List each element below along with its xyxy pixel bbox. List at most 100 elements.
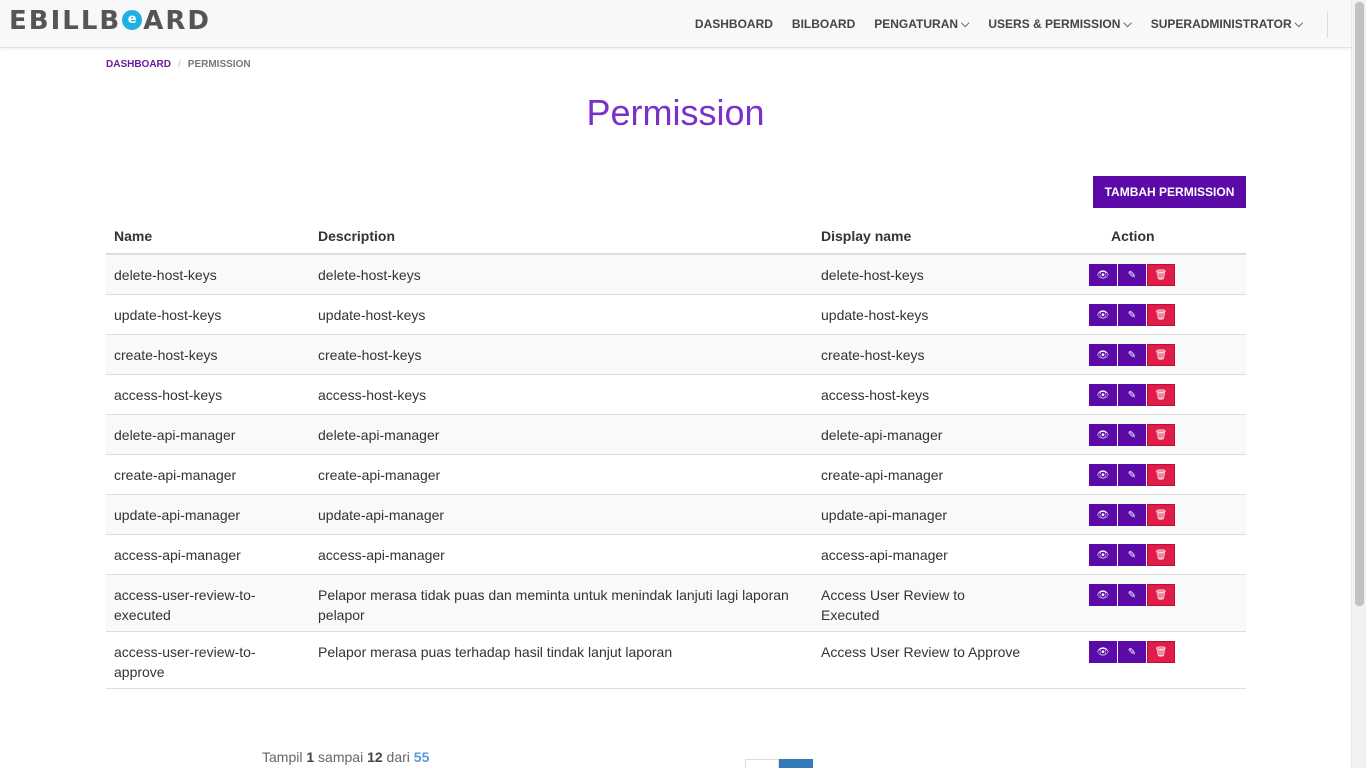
delete-button[interactable]: 🗑 xyxy=(1147,464,1175,486)
table-body: delete-host-keys delete-host-keys delete-h… xyxy=(106,255,1246,689)
top-navbar: EBILLB e ARD DASHBOARD BILBOARD PENGATURAN… xyxy=(0,0,1351,48)
delete-button[interactable]: 🗑 xyxy=(1147,504,1175,526)
cell-display-name: create-api-manager xyxy=(821,467,944,483)
cell-name: create-host-keys xyxy=(114,347,218,363)
page-scrollbar[interactable] xyxy=(1351,0,1366,768)
edit-button[interactable]: ✎ xyxy=(1118,264,1146,286)
cell-name: create-api-manager xyxy=(114,467,237,483)
cell-name: update-host-keys xyxy=(114,307,222,323)
nav-pengaturan-label: PENGATURAN xyxy=(874,17,959,31)
info-from: 1 xyxy=(306,749,315,765)
scrollbar-thumb[interactable] xyxy=(1355,2,1364,606)
pencil-icon: ✎ xyxy=(1127,509,1137,521)
trash-icon: 🗑 xyxy=(1154,509,1168,521)
header-action: Action xyxy=(1111,228,1155,244)
trash-icon: 🗑 xyxy=(1154,349,1168,361)
delete-button[interactable]: 🗑 xyxy=(1147,641,1175,663)
breadcrumb-dashboard-link[interactable]: DASHBOARD xyxy=(106,59,171,70)
delete-button[interactable]: 🗑 xyxy=(1147,584,1175,606)
delete-button[interactable]: 🗑 xyxy=(1147,304,1175,326)
logo-e-icon: e xyxy=(122,10,143,30)
pencil-icon: ✎ xyxy=(1127,429,1137,441)
table-row: create-host-keys create-host-keys create-h… xyxy=(106,335,1246,375)
pencil-icon: ✎ xyxy=(1127,309,1137,321)
edit-button[interactable]: ✎ xyxy=(1118,464,1146,486)
edit-button[interactable]: ✎ xyxy=(1118,424,1146,446)
view-button[interactable]: 👁 xyxy=(1089,424,1117,446)
nav-superadministrator[interactable]: SUPERADMINISTRATOR ⌵ xyxy=(1151,17,1303,31)
info-total: 55 xyxy=(413,749,430,765)
edit-button[interactable]: ✎ xyxy=(1118,384,1146,406)
view-button[interactable]: 👁 xyxy=(1089,544,1117,566)
delete-button[interactable]: 🗑 xyxy=(1147,424,1175,446)
view-button[interactable]: 👁 xyxy=(1089,344,1117,366)
view-button[interactable]: 👁 xyxy=(1089,304,1117,326)
view-button[interactable]: 👁 xyxy=(1089,504,1117,526)
cell-display-name: create-host-keys xyxy=(821,347,925,363)
trash-icon: 🗑 xyxy=(1154,646,1168,658)
add-permission-button[interactable]: TAMBAH PERMISSION xyxy=(1093,176,1246,208)
cell-name: access-user-review-to-approve xyxy=(114,644,256,680)
cell-display-name: delete-api-manager xyxy=(821,427,943,443)
cell-display-name: access-api-manager xyxy=(821,547,948,563)
nav-users-permission[interactable]: USERS & PERMISSION ⌵ xyxy=(988,17,1131,31)
cell-display-name: Access User Review to Executed xyxy=(821,587,965,623)
nav-bilboard-label: BILBOARD xyxy=(791,17,856,31)
view-button[interactable]: 👁 xyxy=(1089,264,1117,286)
cell-name: access-host-keys xyxy=(114,387,223,403)
table-row: delete-api-manager delete-api-manager dele… xyxy=(106,415,1246,455)
delete-button[interactable]: 🗑 xyxy=(1147,384,1175,406)
table-row: access-user-review-to-approve Pelapor mer… xyxy=(106,632,1246,689)
trash-icon: 🗑 xyxy=(1154,589,1168,601)
delete-button[interactable]: 🗑 xyxy=(1147,544,1175,566)
table-row: update-host-keys update-host-keys update-h… xyxy=(106,295,1246,335)
cell-description: create-host-keys xyxy=(318,347,422,363)
cell-description: Pelapor merasa tidak puas dan meminta un… xyxy=(318,587,789,623)
edit-button[interactable]: ✎ xyxy=(1118,344,1146,366)
cell-description: access-host-keys xyxy=(318,387,427,403)
ebillboard-logo[interactable]: EBILLB e ARD xyxy=(9,6,211,36)
cell-description: delete-host-keys xyxy=(318,267,421,283)
edit-button[interactable]: ✎ xyxy=(1118,584,1146,606)
pencil-icon: ✎ xyxy=(1127,389,1137,401)
pagination-prev[interactable] xyxy=(745,759,779,768)
cell-name: access-user-review-to-executed xyxy=(114,587,256,623)
eye-icon: 👁 xyxy=(1096,429,1110,441)
info-to: 12 xyxy=(367,749,383,765)
nav-pengaturan[interactable]: PENGATURAN ⌵ xyxy=(874,17,969,31)
view-button[interactable]: 👁 xyxy=(1089,464,1117,486)
permission-table: Name Description Display name Action del… xyxy=(106,216,1246,689)
delete-button[interactable]: 🗑 xyxy=(1147,264,1175,286)
view-button[interactable]: 👁 xyxy=(1089,584,1117,606)
row-actions: 👁 ✎ 🗑 xyxy=(1089,504,1175,526)
eye-icon: 👁 xyxy=(1096,549,1110,561)
breadcrumb-current: PERMISSION xyxy=(187,59,251,70)
edit-button[interactable]: ✎ xyxy=(1118,304,1146,326)
edit-button[interactable]: ✎ xyxy=(1118,504,1146,526)
cell-description: update-host-keys xyxy=(318,307,426,323)
nav-bilboard[interactable]: BILBOARD xyxy=(792,17,855,31)
view-button[interactable]: 👁 xyxy=(1089,384,1117,406)
cell-description: update-api-manager xyxy=(318,507,445,523)
cell-name: delete-api-manager xyxy=(114,427,236,443)
row-actions: 👁 ✎ 🗑 xyxy=(1089,264,1175,286)
pencil-icon: ✎ xyxy=(1127,549,1137,561)
pagination-info: Tampil 1 sampai 12 dari 55 xyxy=(262,749,429,765)
table-header: Name Description Display name Action xyxy=(106,216,1246,255)
pagination-page-current[interactable] xyxy=(779,759,813,768)
header-description: Description xyxy=(318,228,396,244)
eye-icon: 👁 xyxy=(1096,589,1110,601)
eye-icon: 👁 xyxy=(1096,309,1110,321)
trash-icon: 🗑 xyxy=(1154,309,1168,321)
edit-button[interactable]: ✎ xyxy=(1118,544,1146,566)
nav-dashboard-label: DASHBOARD xyxy=(694,17,773,31)
cell-display-name: delete-host-keys xyxy=(821,267,924,283)
edit-button[interactable]: ✎ xyxy=(1118,641,1146,663)
trash-icon: 🗑 xyxy=(1154,469,1168,481)
eye-icon: 👁 xyxy=(1096,269,1110,281)
view-button[interactable]: 👁 xyxy=(1089,641,1117,663)
nav-dashboard[interactable]: DASHBOARD xyxy=(695,17,773,31)
pagination xyxy=(745,759,813,768)
pencil-icon: ✎ xyxy=(1127,646,1137,658)
delete-button[interactable]: 🗑 xyxy=(1147,344,1175,366)
